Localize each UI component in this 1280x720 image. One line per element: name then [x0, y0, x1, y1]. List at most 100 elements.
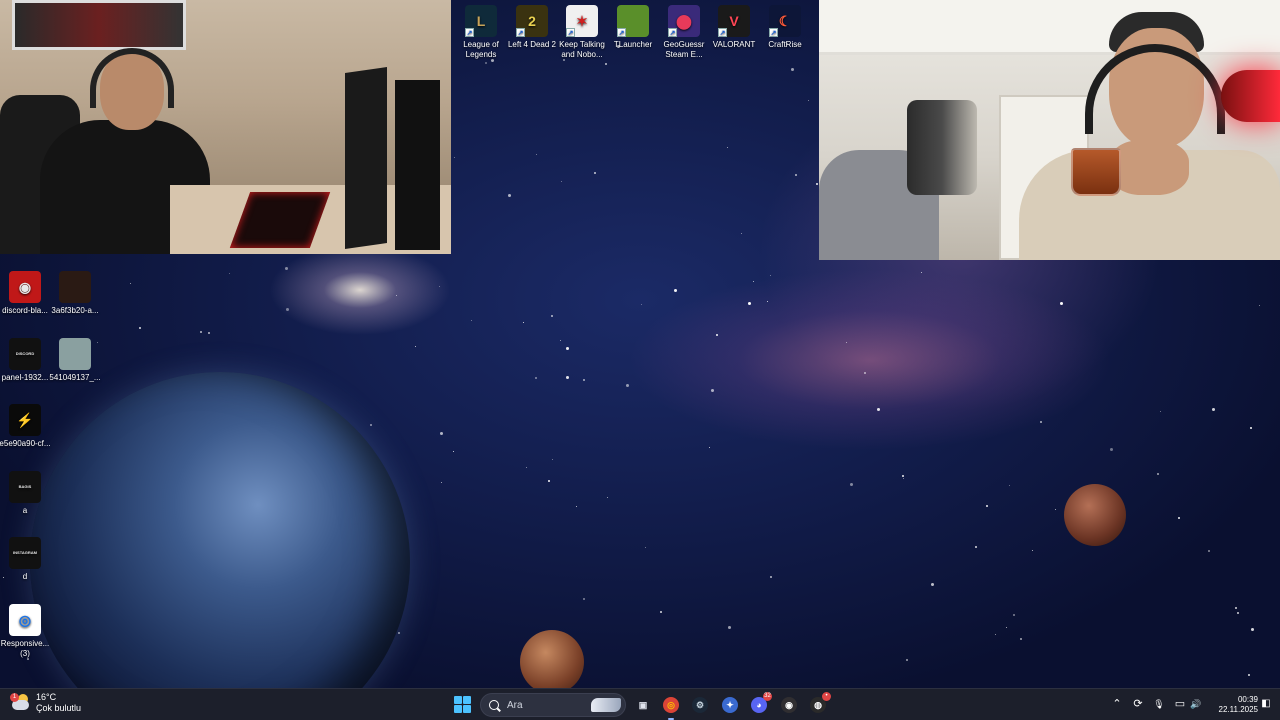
shortcut-arrow-icon: ↗ — [516, 28, 525, 37]
star — [716, 334, 718, 336]
taskbar-app-steam[interactable]: ⚙ — [689, 694, 711, 716]
instagram-panel-icon: INSTAGRAM — [9, 537, 41, 569]
star — [441, 482, 442, 483]
taskbar-app-streamlabs[interactable]: ◍ • — [807, 692, 831, 716]
star — [1110, 448, 1113, 451]
desktop-icon-kick-logo[interactable]: ⚡ e5e90a90-cf... — [0, 404, 51, 449]
star — [1251, 628, 1254, 631]
star — [748, 302, 751, 305]
desktop-icon-image-file[interactable]: 3a6f3b20-a... — [50, 271, 100, 316]
star — [485, 62, 487, 64]
star — [770, 576, 772, 578]
cloudy-weather-icon: 1 — [10, 693, 30, 713]
star — [1060, 302, 1063, 305]
desktop-icon-geoguessr[interactable]: ⬤ ↗ GeoGuessr Steam E... — [659, 5, 709, 60]
discord-banner-icon: ◉ — [9, 271, 41, 303]
star — [396, 295, 397, 296]
desktop-icon-discord-banner[interactable]: ◉ discord-bla... — [0, 271, 50, 316]
taskbar-app-chrome[interactable]: ◎ — [660, 694, 682, 720]
star — [594, 172, 596, 174]
coat-rack — [907, 100, 977, 195]
star — [1006, 627, 1007, 628]
system-clock[interactable]: 00:39 22.11.2025 — [1206, 695, 1258, 715]
notification-badge: 32 — [763, 692, 772, 701]
star — [130, 283, 131, 284]
microphone-icon[interactable]: 🎙 — [1152, 697, 1166, 711]
star — [552, 459, 553, 460]
chrome-html-file-icon: ◎ — [9, 604, 41, 636]
star — [808, 100, 809, 101]
geoguessr-icon: ⬤ ↗ — [668, 5, 700, 37]
star — [709, 447, 710, 448]
desktop-icon-bagis-panel[interactable]: BAGIS a — [0, 471, 50, 516]
weather-widget[interactable]: 1 16°C Çok bulutlu — [10, 692, 81, 714]
keep-talking-icon: ✶ ↗ — [566, 5, 598, 37]
monitor — [395, 80, 440, 250]
star — [1157, 473, 1159, 475]
star — [906, 659, 908, 661]
desktop-icon-responsive-html[interactable]: ◎ Responsive... (3) — [0, 604, 50, 659]
notification-bell-icon[interactable]: ◧ — [1259, 697, 1273, 711]
image-file-icon — [59, 271, 91, 303]
desktop-icon-photo-file[interactable]: 541049137_... — [49, 338, 101, 383]
desktop-icon-valorant[interactable]: V ↗ VALORANT — [709, 5, 759, 50]
desktop-icon-craftrise[interactable]: ☾ ↗ CraftRise — [760, 5, 810, 50]
shortcut-arrow-icon: ↗ — [617, 28, 626, 37]
star — [508, 194, 511, 197]
taskbar-search[interactable]: Ara — [480, 693, 626, 717]
search-placeholder: Ara — [507, 699, 523, 711]
valorant-icon: V ↗ — [718, 5, 750, 37]
start-button[interactable] — [454, 696, 471, 713]
desktop-icon-instagram-panel[interactable]: INSTAGRAM d — [0, 537, 50, 582]
wallpaper-small-planet — [520, 630, 584, 688]
star — [877, 408, 880, 411]
clock-time: 00:39 — [1237, 695, 1258, 704]
star — [641, 304, 642, 305]
network-icon[interactable]: ▭ — [1173, 697, 1187, 711]
sync-icon[interactable]: ⟳ — [1131, 697, 1145, 711]
star — [986, 505, 988, 507]
star — [711, 389, 714, 392]
tea-glass — [1071, 148, 1121, 196]
star — [536, 154, 537, 155]
taskbar-app-obs[interactable]: ◉ — [778, 694, 800, 716]
star — [576, 506, 577, 507]
star — [1212, 408, 1215, 411]
steam-icon: ⚙ — [692, 697, 708, 713]
desktop-icon-left-4-dead-2[interactable]: 2 ↗ Left 4 Dead 2 — [507, 5, 557, 50]
desktop-icon-keep-talking[interactable]: ✶ ↗ Keep Talking and Nobo... — [557, 5, 607, 60]
chrome-icon: ◎ — [663, 697, 679, 713]
star — [727, 147, 728, 148]
star — [1237, 612, 1239, 614]
desktop-icon-discord-panel[interactable]: DISCORD panel-1932... — [0, 338, 50, 383]
volume-icon[interactable]: 🔊 — [1189, 697, 1203, 711]
search-icon — [489, 700, 499, 710]
taskbar-app-discord[interactable]: ◕ 32 — [748, 692, 772, 716]
star — [816, 183, 818, 185]
craftrise-icon: ☾ ↗ — [769, 5, 801, 37]
star — [566, 376, 569, 379]
monitor — [345, 67, 387, 249]
star — [1032, 550, 1033, 551]
star — [921, 272, 922, 273]
star — [286, 308, 289, 311]
tray-overflow-chevron-icon[interactable]: ⌃ — [1110, 697, 1124, 711]
star — [931, 583, 934, 586]
star — [741, 233, 742, 234]
star — [561, 181, 562, 182]
star — [285, 267, 288, 270]
desktop-icon-league-of-legends[interactable]: L ↗ League of Legends — [456, 5, 506, 60]
star — [864, 372, 866, 374]
taskbar-app-task-view[interactable]: ▣ — [632, 694, 654, 716]
star — [370, 424, 372, 426]
bagis-panel-icon: BAGIS — [9, 471, 41, 503]
star — [753, 281, 754, 282]
taskbar-app-xbox[interactable]: ✦ — [719, 694, 741, 716]
star — [139, 327, 141, 329]
star — [439, 286, 440, 287]
wall-poster — [12, 0, 186, 50]
star — [645, 547, 646, 548]
star — [903, 478, 904, 479]
star — [767, 301, 768, 302]
desktop-icon-tlauncher[interactable]: ↗ TLauncher — [608, 5, 658, 50]
